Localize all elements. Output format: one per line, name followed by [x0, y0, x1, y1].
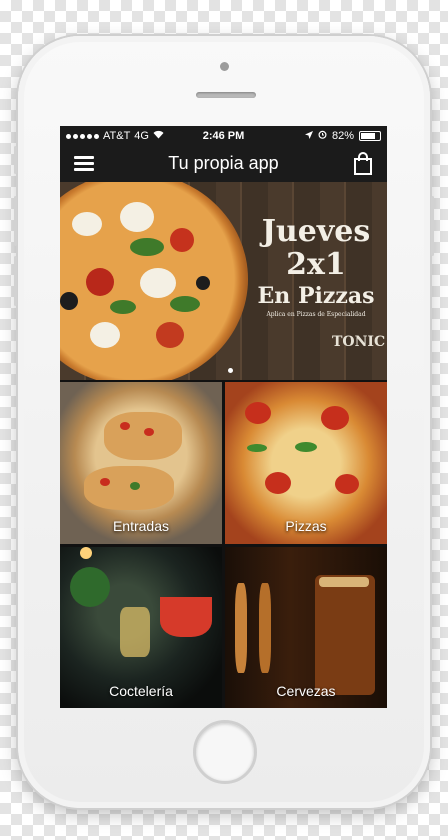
- volume-up-button: [14, 196, 17, 246]
- status-bar: AT&T 4G 2:46 PM 82%: [60, 126, 387, 146]
- category-tile-entradas[interactable]: Entradas: [60, 382, 222, 544]
- promo-line-2: 2x1: [286, 247, 346, 282]
- volume-down-button: [14, 256, 17, 306]
- home-button[interactable]: [193, 720, 257, 784]
- navigation-bar: Tu propia app: [60, 146, 387, 182]
- power-button: [431, 196, 434, 256]
- promo-line-1: Jueves: [261, 214, 371, 249]
- mute-switch: [14, 146, 17, 174]
- promo-banner[interactable]: Jueves 2x1 En Pizzas Aplica en Pizzas de…: [60, 182, 387, 380]
- shopping-bag-icon[interactable]: [353, 152, 373, 181]
- promo-line-3: En Pizzas: [257, 283, 375, 309]
- category-tile-cocteleria[interactable]: Coctelería: [60, 547, 222, 708]
- category-label: Coctelería: [109, 683, 173, 699]
- pizza-image: [60, 182, 248, 380]
- app-screen: AT&T 4G 2:46 PM 82% Tu propia app Jueves…: [60, 126, 387, 708]
- promo-text: Jueves 2x1 En Pizzas Aplica en Pizzas de…: [248, 216, 384, 320]
- location-icon: [304, 126, 313, 146]
- category-label: Entradas: [112, 518, 170, 534]
- promo-subtitle: Aplica en Pizzas de Especialidad: [266, 311, 366, 318]
- earpiece-speaker: [196, 92, 256, 98]
- battery-percent: 82%: [331, 130, 354, 142]
- carousel-indicator[interactable]: [228, 368, 233, 373]
- brand-logo: TONIC: [332, 334, 386, 350]
- category-label: Pizzas: [285, 518, 327, 534]
- page-title: Tu propia app: [168, 153, 279, 173]
- alarm-icon: [318, 126, 327, 146]
- battery-icon: [359, 131, 381, 141]
- category-tile-pizzas[interactable]: Pizzas: [225, 382, 387, 544]
- category-label: Cervezas: [276, 683, 336, 699]
- front-camera: [220, 62, 229, 71]
- category-tile-cervezas[interactable]: Cervezas: [225, 547, 387, 708]
